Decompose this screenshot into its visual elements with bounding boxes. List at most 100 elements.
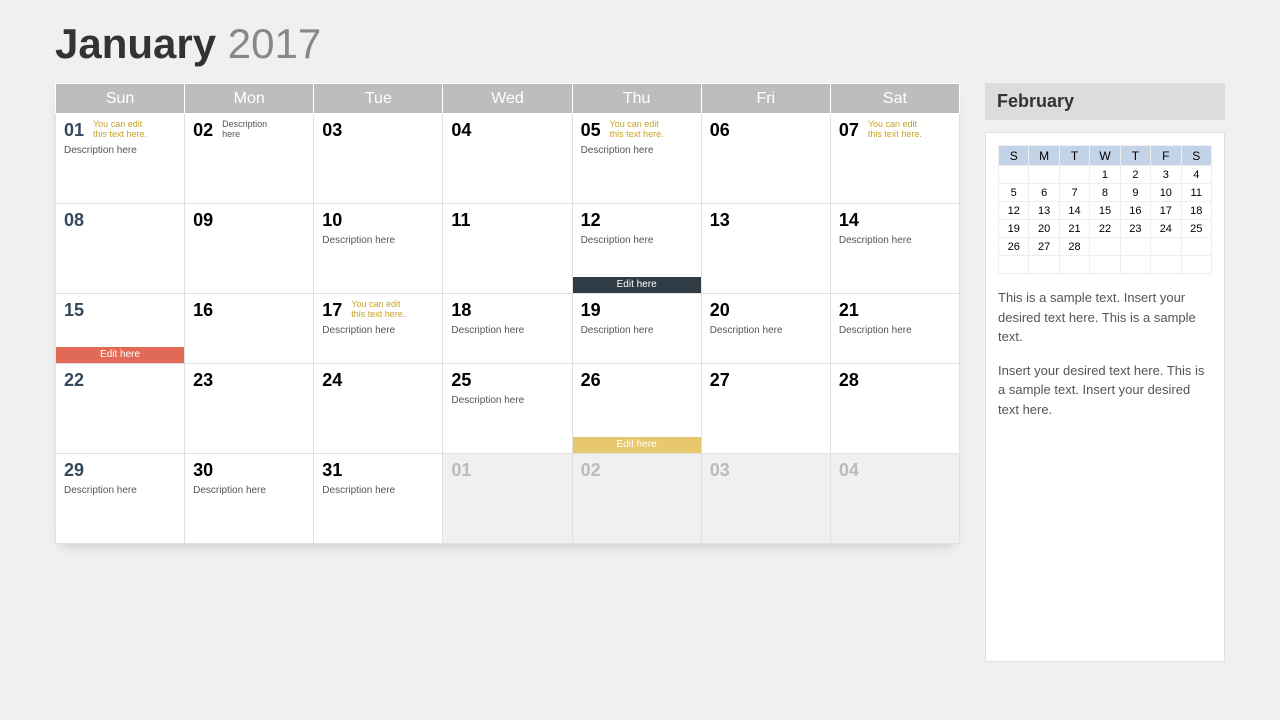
- mini-day[interactable]: [1181, 256, 1211, 274]
- mini-day[interactable]: [999, 256, 1029, 274]
- mini-day[interactable]: 23: [1120, 220, 1150, 238]
- mini-day[interactable]: [1120, 238, 1150, 256]
- mini-day[interactable]: 15: [1090, 202, 1120, 220]
- calendar-cell[interactable]: 23: [185, 364, 314, 454]
- calendar-cell[interactable]: 29Description here: [56, 454, 185, 544]
- mini-day[interactable]: 6: [1029, 184, 1059, 202]
- hint-text[interactable]: You can edit this text here.: [868, 120, 923, 140]
- mini-day[interactable]: 17: [1151, 202, 1181, 220]
- mini-day[interactable]: [1090, 238, 1120, 256]
- calendar-cell[interactable]: 01: [443, 454, 572, 544]
- calendar-cell[interactable]: 30Description here: [185, 454, 314, 544]
- event-bar[interactable]: Edit here: [573, 277, 701, 293]
- cell-description[interactable]: Description here: [322, 325, 436, 336]
- cell-description[interactable]: Description here: [581, 235, 695, 246]
- mini-day[interactable]: [1059, 256, 1089, 274]
- calendar-cell[interactable]: 09: [185, 204, 314, 294]
- calendar-cell[interactable]: 01You can edit this text here.Descriptio…: [56, 114, 185, 204]
- calendar-cell[interactable]: 02: [572, 454, 701, 544]
- mini-day[interactable]: 2: [1120, 166, 1150, 184]
- calendar-cell[interactable]: 17You can edit this text here.Descriptio…: [314, 294, 443, 364]
- mini-day[interactable]: [1151, 256, 1181, 274]
- sidebar-para-2[interactable]: Insert your desired text here. This is a…: [998, 361, 1212, 420]
- mini-day[interactable]: [1029, 166, 1059, 184]
- mini-day[interactable]: [999, 166, 1029, 184]
- calendar-cell[interactable]: 04: [443, 114, 572, 204]
- cell-description[interactable]: Description here: [839, 235, 953, 246]
- cell-description[interactable]: Description here: [710, 325, 824, 336]
- mini-day[interactable]: 3: [1151, 166, 1181, 184]
- mini-day[interactable]: 7: [1059, 184, 1089, 202]
- hint-text[interactable]: You can edit this text here.: [351, 300, 406, 320]
- mini-day[interactable]: 4: [1181, 166, 1211, 184]
- mini-day[interactable]: 1: [1090, 166, 1120, 184]
- mini-day[interactable]: 27: [1029, 238, 1059, 256]
- calendar-cell[interactable]: 10Description here: [314, 204, 443, 294]
- mini-day[interactable]: 8: [1090, 184, 1120, 202]
- calendar-cell[interactable]: 25Description here: [443, 364, 572, 454]
- calendar-cell[interactable]: 06: [701, 114, 830, 204]
- sidebar-para-1[interactable]: This is a sample text. Insert your desir…: [998, 288, 1212, 347]
- cell-description[interactable]: Description here: [193, 485, 307, 496]
- mini-day[interactable]: 10: [1151, 184, 1181, 202]
- cell-description[interactable]: Description here: [839, 325, 953, 336]
- cell-description[interactable]: Description here: [322, 485, 436, 496]
- calendar-cell[interactable]: 04: [830, 454, 959, 544]
- mini-day[interactable]: [1059, 166, 1089, 184]
- calendar-cell[interactable]: 07You can edit this text here.: [830, 114, 959, 204]
- mini-day[interactable]: 18: [1181, 202, 1211, 220]
- hint-text[interactable]: You can edit this text here.: [93, 120, 148, 140]
- calendar-cell[interactable]: 21Description here: [830, 294, 959, 364]
- cell-description[interactable]: Description here: [451, 325, 565, 336]
- event-bar[interactable]: Edit here: [56, 347, 184, 363]
- cell-description[interactable]: Description here: [64, 485, 178, 496]
- calendar-cell[interactable]: 12Description hereEdit here: [572, 204, 701, 294]
- calendar-cell[interactable]: 16: [185, 294, 314, 364]
- calendar-cell[interactable]: 26Edit here: [572, 364, 701, 454]
- cell-description[interactable]: Description here: [64, 145, 178, 156]
- mini-day[interactable]: 16: [1120, 202, 1150, 220]
- calendar-cell[interactable]: 22: [56, 364, 185, 454]
- hint-text[interactable]: You can edit this text here.: [610, 120, 665, 140]
- cell-description[interactable]: Description here: [322, 235, 436, 246]
- mini-day[interactable]: 26: [999, 238, 1029, 256]
- mini-day[interactable]: 5: [999, 184, 1029, 202]
- calendar-cell[interactable]: 11: [443, 204, 572, 294]
- mini-day[interactable]: 14: [1059, 202, 1089, 220]
- calendar-cell[interactable]: 02Description here: [185, 114, 314, 204]
- calendar-cell[interactable]: 28: [830, 364, 959, 454]
- calendar-cell[interactable]: 13: [701, 204, 830, 294]
- event-bar[interactable]: Edit here: [573, 437, 701, 453]
- mini-day[interactable]: [1151, 238, 1181, 256]
- mini-day[interactable]: 28: [1059, 238, 1089, 256]
- mini-day[interactable]: 22: [1090, 220, 1120, 238]
- calendar-cell[interactable]: 08: [56, 204, 185, 294]
- mini-day[interactable]: [1120, 256, 1150, 274]
- mini-day[interactable]: 9: [1120, 184, 1150, 202]
- calendar-cell[interactable]: 15Edit here: [56, 294, 185, 364]
- cell-description[interactable]: Description here: [581, 325, 695, 336]
- hint-text[interactable]: Description here: [222, 120, 277, 140]
- mini-day[interactable]: [1181, 238, 1211, 256]
- cell-description[interactable]: Description here: [451, 395, 565, 406]
- mini-day[interactable]: 21: [1059, 220, 1089, 238]
- calendar-cell[interactable]: 20Description here: [701, 294, 830, 364]
- mini-day[interactable]: 12: [999, 202, 1029, 220]
- calendar-cell[interactable]: 19Description here: [572, 294, 701, 364]
- mini-day[interactable]: [1029, 256, 1059, 274]
- mini-day[interactable]: 13: [1029, 202, 1059, 220]
- cell-description[interactable]: Description here: [581, 145, 695, 156]
- calendar-cell[interactable]: 27: [701, 364, 830, 454]
- calendar-cell[interactable]: 03: [701, 454, 830, 544]
- mini-day[interactable]: 24: [1151, 220, 1181, 238]
- calendar-cell[interactable]: 24: [314, 364, 443, 454]
- mini-day[interactable]: 11: [1181, 184, 1211, 202]
- calendar-cell[interactable]: 05You can edit this text here.Descriptio…: [572, 114, 701, 204]
- mini-day[interactable]: [1090, 256, 1120, 274]
- calendar-cell[interactable]: 03: [314, 114, 443, 204]
- mini-day[interactable]: 20: [1029, 220, 1059, 238]
- mini-day[interactable]: 25: [1181, 220, 1211, 238]
- mini-day[interactable]: 19: [999, 220, 1029, 238]
- calendar-cell[interactable]: 18Description here: [443, 294, 572, 364]
- calendar-cell[interactable]: 14Description here: [830, 204, 959, 294]
